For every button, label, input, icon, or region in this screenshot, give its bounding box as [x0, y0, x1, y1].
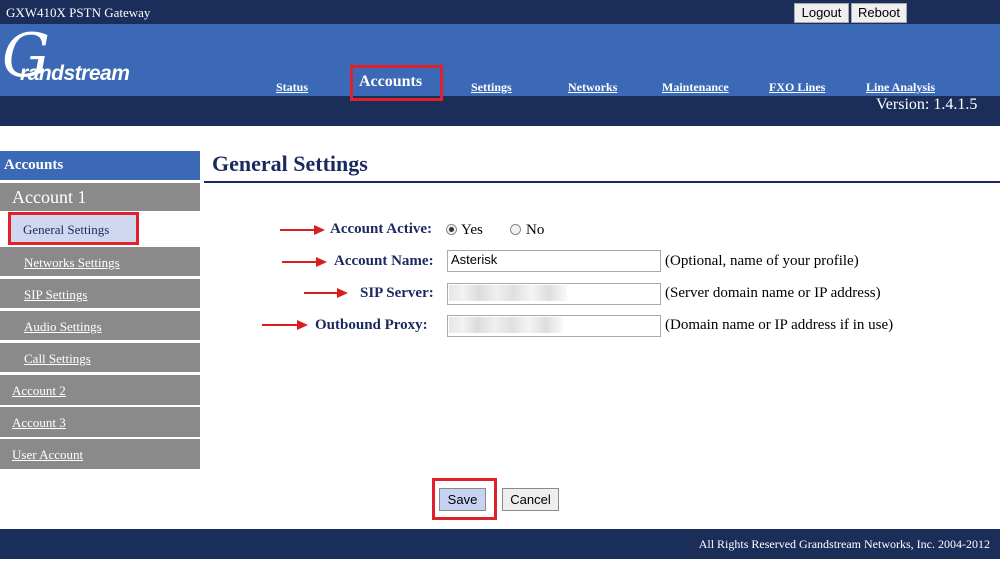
sidebar-user-account-label[interactable]: User Account — [12, 447, 83, 463]
nav-settings[interactable]: Settings — [471, 80, 512, 95]
annotation-arrow-shaft — [262, 324, 298, 326]
nav-networks[interactable]: Networks — [568, 80, 617, 95]
annotation-arrow-shaft — [282, 261, 316, 263]
cancel-button[interactable]: Cancel — [502, 488, 559, 511]
version-label: Version: 1.4.1.5 — [876, 96, 978, 113]
annotation-arrow-shaft — [280, 229, 316, 231]
save-button[interactable]: Save — [439, 488, 486, 511]
sip-server-hint: (Server domain name or IP address) — [665, 285, 881, 301]
header-subband — [0, 96, 1000, 126]
title-divider — [204, 181, 1000, 183]
annotation-arrow-icon — [297, 320, 308, 330]
sidebar-item-call-settings-label[interactable]: Call Settings — [24, 351, 91, 367]
nav-fxo-lines[interactable]: FXO Lines — [769, 80, 825, 95]
logout-button[interactable]: Logout — [794, 3, 849, 23]
sidebar-account-1-label: Account 1 — [12, 187, 87, 207]
account-active-yes-label[interactable]: Yes — [461, 222, 483, 239]
account-active-no-radio[interactable] — [510, 224, 521, 235]
annotation-arrow-icon — [316, 257, 327, 267]
grandstream-logo: G randstream — [0, 26, 130, 92]
account-name-input[interactable]: Asterisk — [447, 250, 661, 272]
account-active-label: Account Active: — [330, 221, 433, 237]
annotation-arrow-shaft — [304, 292, 338, 294]
outbound-proxy-redacted-value — [449, 317, 563, 333]
sip-server-label: SIP Server: — [360, 285, 434, 301]
sidebar-account-2-label[interactable]: Account 2 — [12, 383, 66, 399]
page-title: General Settings — [212, 151, 368, 176]
product-name: GXW410X PSTN Gateway — [6, 5, 151, 20]
sidebar-item-networks-settings-label[interactable]: Networks Settings — [24, 255, 120, 271]
sidebar-item-general-settings-label: General Settings — [23, 222, 110, 237]
sip-server-redacted-value — [449, 285, 567, 301]
copyright-text: All Rights Reserved Grandstream Networks… — [698, 537, 990, 551]
outbound-proxy-label: Outbound Proxy: — [315, 317, 428, 333]
nav-line-analysis[interactable]: Line Analysis — [866, 80, 935, 95]
sidebar-item-sip-settings-label[interactable]: SIP Settings — [24, 287, 87, 303]
account-name-label: Account Name: — [334, 253, 434, 269]
annotation-arrow-icon — [337, 288, 348, 298]
nav-status[interactable]: Status — [276, 80, 308, 95]
reboot-button[interactable]: Reboot — [851, 3, 907, 23]
logo-wordmark: randstream — [20, 62, 130, 85]
account-active-yes-radio[interactable] — [446, 224, 457, 235]
nav-accounts[interactable]: Accounts — [359, 73, 422, 91]
account-name-hint: (Optional, name of your profile) — [665, 253, 859, 269]
sidebar-item-audio-settings-label[interactable]: Audio Settings — [24, 319, 102, 335]
outbound-proxy-hint: (Domain name or IP address if in use) — [665, 317, 894, 333]
sidebar-title: Accounts — [4, 157, 64, 173]
annotation-arrow-icon — [314, 225, 325, 235]
sidebar-account-3-label[interactable]: Account 3 — [12, 415, 66, 431]
account-active-no-label[interactable]: No — [526, 222, 544, 239]
nav-maintenance[interactable]: Maintenance — [662, 80, 729, 95]
